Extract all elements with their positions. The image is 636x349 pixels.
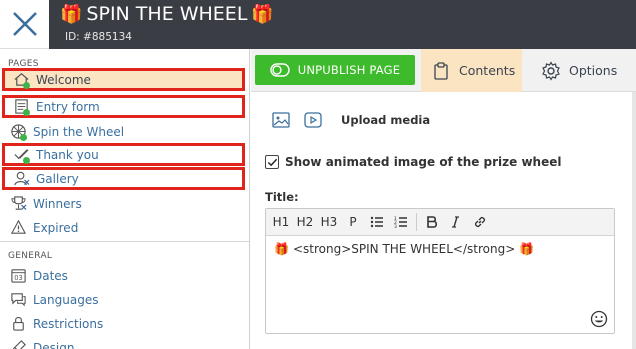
heading-2-button[interactable]: H2 — [293, 211, 317, 233]
user-icon: × — [12, 170, 31, 188]
general-section-label: GENERAL — [8, 251, 53, 261]
sidebar-item-welcome[interactable]: Welcome — [2, 68, 245, 91]
heading-3-button[interactable]: H3 — [317, 211, 341, 233]
title-field-label: Title: — [265, 190, 299, 204]
sidebar-item-label: Entry form — [36, 99, 100, 114]
gift-icon: 🎁 — [251, 3, 274, 25]
unpublished-x-icon: × — [20, 202, 28, 213]
editor-content[interactable]: 🎁 <strong>SPIN THE WHEEL</strong> 🎁 — [266, 236, 614, 262]
gift-icon: 🎁 — [519, 242, 535, 256]
show-animated-wheel-row: Show animated image of the prize wheel — [265, 155, 562, 169]
page-title-text: SPIN THE WHEEL — [86, 3, 248, 25]
tab-options[interactable]: Options — [541, 49, 636, 92]
tab-contents-label: Contents — [459, 63, 516, 78]
italic-icon — [452, 216, 459, 228]
link-button[interactable] — [468, 211, 492, 233]
sidebar-item-dates[interactable]: 03 Dates — [2, 264, 245, 287]
scrollbar[interactable] — [632, 92, 636, 349]
gear-icon — [542, 60, 560, 81]
bullet-list-button[interactable] — [365, 211, 389, 233]
tab-contents[interactable]: Contents — [421, 49, 522, 92]
upload-media-label[interactable]: Upload media — [341, 113, 430, 127]
title-rich-text-editor[interactable]: H1 H2 H3 P 123 🎁 <strong>SPIN THE WHEEL<… — [265, 208, 615, 334]
sidebar-item-label: Design — [33, 340, 75, 349]
gift-icon: 🎁 — [60, 3, 83, 25]
form-icon — [12, 98, 30, 116]
gift-icon: 🎁 — [274, 242, 289, 256]
svg-text:03: 03 — [14, 274, 22, 282]
sidebar-item-expired[interactable]: Expired — [2, 216, 245, 239]
editor-text: <strong>SPIN THE WHEEL</strong> — [292, 242, 516, 256]
paragraph-button[interactable]: P — [341, 211, 365, 233]
upload-media-row: Upload media — [271, 110, 430, 130]
sidebar-item-languages[interactable]: Languages — [2, 288, 245, 311]
status-dot — [23, 156, 30, 164]
sidebar-item-entry-form[interactable]: Entry form — [2, 95, 245, 118]
calendar-icon: 03 — [9, 267, 27, 285]
italic-button[interactable] — [444, 211, 468, 233]
image-icon[interactable] — [271, 110, 291, 130]
status-dot — [23, 81, 30, 89]
sidebar-item-restrictions[interactable]: Restrictions — [2, 312, 245, 335]
unpublished-x-icon: × — [23, 177, 31, 188]
close-button[interactable] — [0, 0, 49, 49]
sidebar-divider — [0, 241, 249, 242]
sidebar-item-label: Thank you — [36, 147, 99, 162]
toolbar-separator — [416, 213, 417, 231]
page-title: 🎁 SPIN THE WHEEL 🎁 — [60, 3, 274, 25]
heading-1-button[interactable]: H1 — [269, 211, 293, 233]
brush-icon — [9, 339, 27, 349]
editor-toolbar: H1 H2 H3 P 123 — [266, 209, 614, 236]
toggle-icon — [270, 63, 290, 77]
trophy-icon: × — [9, 195, 28, 213]
numbered-list-icon: 123 — [394, 216, 407, 229]
bold-button[interactable] — [420, 211, 444, 233]
home-icon — [12, 71, 30, 89]
bold-icon — [427, 216, 438, 228]
page-toolbar: UNPUBLISH PAGE Contents Options — [251, 49, 636, 92]
campaign-id: ID: #885134 — [65, 31, 132, 43]
close-icon — [12, 12, 37, 36]
show-animated-wheel-checkbox[interactable] — [265, 155, 279, 169]
sidebar: PAGES Welcome Entry form Spin the Wheel … — [0, 49, 250, 349]
emoji-picker-icon[interactable] — [590, 310, 608, 328]
status-dot — [20, 133, 27, 141]
link-icon — [474, 216, 486, 228]
unpublish-page-label: UNPUBLISH PAGE — [297, 63, 401, 77]
sidebar-item-label: Restrictions — [33, 316, 104, 331]
sidebar-item-gallery[interactable]: × Gallery — [2, 167, 245, 190]
sidebar-item-label: Dates — [33, 268, 68, 283]
checkmark-icon — [267, 158, 277, 166]
tab-options-label: Options — [569, 63, 618, 78]
sidebar-item-label: Expired — [33, 220, 79, 235]
chat-icon — [9, 291, 27, 309]
wheel-icon — [9, 123, 27, 141]
numbered-list-button[interactable]: 123 — [389, 211, 413, 233]
sidebar-item-winners[interactable]: × Winners — [2, 192, 245, 215]
sidebar-item-label: Gallery — [36, 171, 79, 186]
unpublish-page-button[interactable]: UNPUBLISH PAGE — [255, 55, 415, 85]
svg-text:3: 3 — [394, 224, 397, 229]
sidebar-item-design[interactable]: Design — [2, 336, 245, 349]
top-bar: 🎁 SPIN THE WHEEL 🎁 ID: #885134 — [0, 0, 636, 49]
sidebar-item-label: Winners — [33, 196, 82, 211]
status-dot — [23, 108, 30, 116]
sidebar-item-spin-the-wheel[interactable]: Spin the Wheel — [2, 120, 245, 143]
bullet-list-icon — [370, 216, 383, 228]
sidebar-item-label: Welcome — [36, 72, 91, 87]
lock-icon — [9, 315, 27, 333]
check-icon — [12, 146, 30, 164]
sidebar-item-thank-you[interactable]: Thank you — [2, 143, 245, 166]
clipboard-icon — [434, 61, 448, 80]
show-animated-wheel-label[interactable]: Show animated image of the prize wheel — [285, 155, 562, 169]
video-icon[interactable] — [303, 110, 323, 130]
warning-icon — [9, 219, 27, 237]
sidebar-item-label: Spin the Wheel — [33, 124, 125, 139]
sidebar-item-label: Languages — [33, 292, 99, 307]
contents-panel: Upload media Show animated image of the … — [251, 92, 636, 349]
